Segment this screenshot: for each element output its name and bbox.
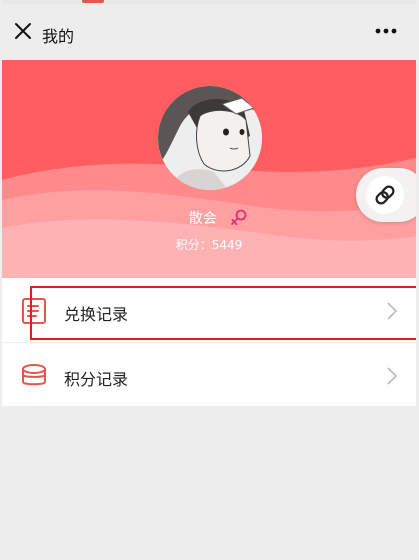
- menu-item-exchange-records[interactable]: 兑换记录: [2, 278, 416, 342]
- link-icon: [375, 185, 395, 205]
- username-row: 散会: [2, 208, 416, 228]
- coins-stack-icon: [22, 364, 46, 386]
- nav-bar: 我的: [2, 4, 416, 60]
- page-title: 我的: [42, 27, 75, 46]
- link-button-inner: [366, 176, 404, 214]
- female-icon: [231, 209, 247, 226]
- menu-item-label: 积分记录: [64, 370, 129, 389]
- chevron-right-icon: [387, 302, 398, 320]
- app-screen: 我的 散会 积分：5449 兑换记录 积分记录: [2, 0, 416, 560]
- username: 散会: [188, 211, 217, 227]
- menu-item-label: 兑换记录: [64, 305, 129, 324]
- menu-list: 兑换记录 积分记录: [2, 278, 416, 406]
- menu-item-points-records[interactable]: 积分记录: [2, 342, 416, 406]
- profile-header: 散会 积分：5449: [2, 60, 416, 278]
- avatar-illustration: [158, 86, 262, 190]
- close-icon[interactable]: [10, 18, 36, 44]
- points-label: 积分：5449: [175, 238, 243, 252]
- avatar[interactable]: [158, 86, 262, 190]
- status-mark: [82, 0, 104, 3]
- chevron-right-icon: [387, 367, 398, 385]
- more-dots-icon[interactable]: [370, 18, 402, 44]
- share-link-button[interactable]: [356, 168, 416, 222]
- list-document-icon: [22, 298, 46, 324]
